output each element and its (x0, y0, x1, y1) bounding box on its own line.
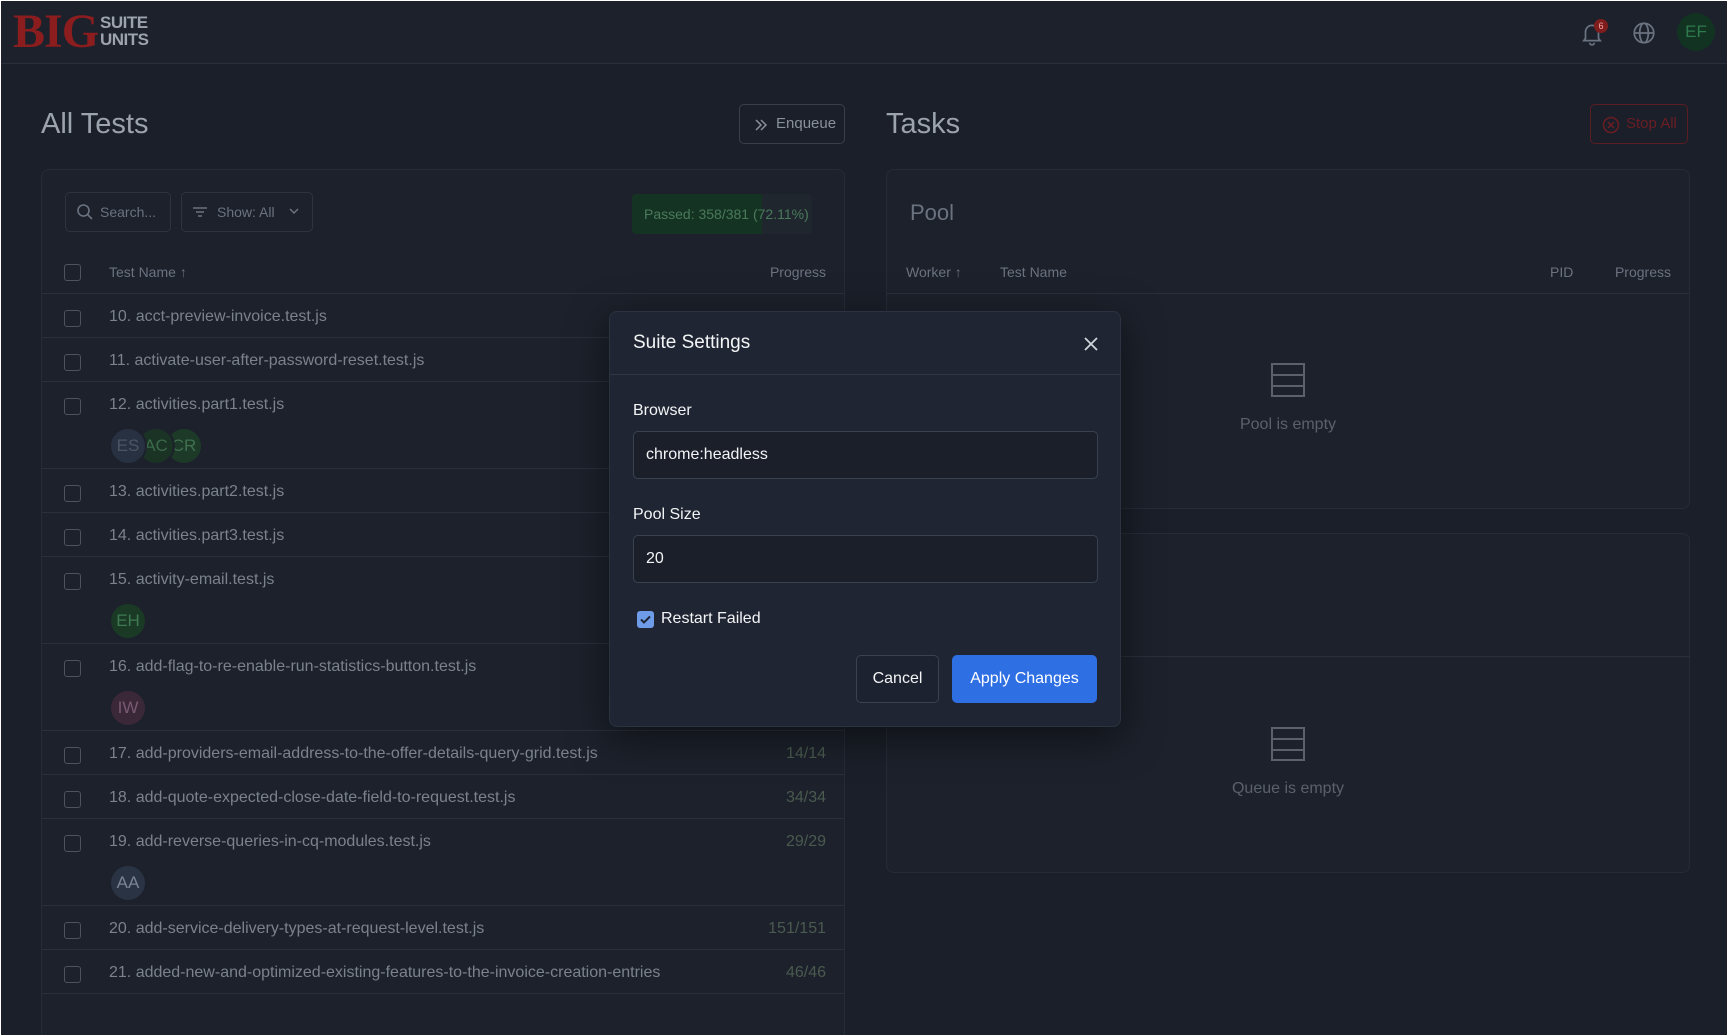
apply-changes-button[interactable]: Apply Changes (952, 655, 1097, 703)
avatar: ES (109, 427, 147, 465)
pool-size-input[interactable] (633, 535, 1098, 583)
avatar: AA (109, 864, 147, 902)
cancel-button[interactable]: Cancel (856, 655, 939, 703)
app-window: BIG SUITE UNITS 6 EF All Tests Enqueue S… (1, 1, 1727, 1035)
check-icon (640, 615, 651, 624)
browser-input[interactable] (633, 431, 1098, 479)
browser-label: Browser (633, 402, 692, 419)
avatar: EH (109, 602, 147, 640)
avatar: IW (109, 689, 147, 727)
modal-title: Suite Settings (633, 332, 751, 353)
restart-failed-checkbox[interactable] (637, 611, 654, 628)
restart-failed-label: Restart Failed (661, 610, 761, 627)
close-icon[interactable] (1081, 334, 1101, 354)
pool-size-label: Pool Size (633, 506, 701, 523)
suite-settings-modal: Suite Settings Browser Pool Size Restart… (609, 311, 1121, 727)
modal-header: Suite Settings (610, 312, 1120, 375)
